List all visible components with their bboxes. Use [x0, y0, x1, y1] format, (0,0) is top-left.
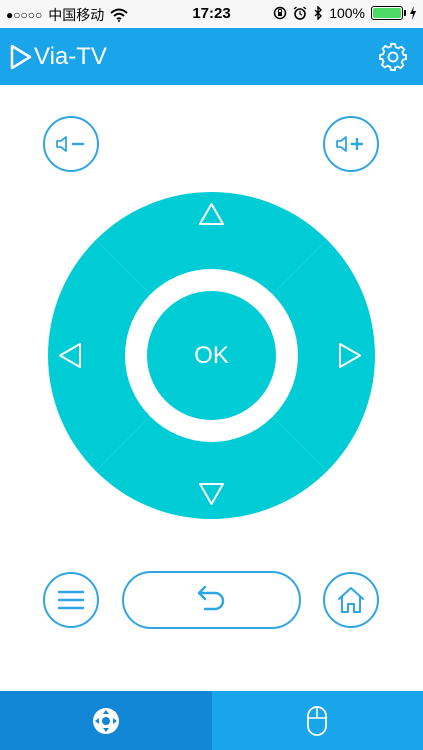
dpad: OK	[48, 192, 375, 519]
charging-icon	[410, 6, 416, 20]
volume-up-button[interactable]	[323, 116, 379, 172]
back-button[interactable]	[122, 571, 301, 629]
ok-ring: OK	[125, 269, 298, 442]
remote-screen: ●○○○○ 中国移动 17:23 100% Via-TV OK	[0, 0, 423, 750]
arrow-left-icon	[59, 343, 81, 368]
tab-mouse[interactable]	[211, 691, 423, 750]
gear-icon	[379, 43, 407, 71]
arrow-up-icon	[199, 203, 224, 225]
dpad-right-button[interactable]	[338, 342, 362, 374]
app-logo: Via-TV	[10, 43, 107, 71]
tab-remote[interactable]	[0, 691, 212, 750]
volume-down-icon	[56, 136, 84, 152]
rotation-lock-icon	[273, 6, 287, 20]
arrow-right-icon	[339, 343, 361, 368]
play-logo-icon	[10, 44, 32, 70]
app-header: Via-TV	[0, 28, 423, 85]
home-button[interactable]	[323, 572, 379, 628]
back-icon	[197, 585, 224, 611]
bottom-tab-bar	[0, 691, 423, 750]
dpad-up-button[interactable]	[198, 202, 225, 231]
settings-button[interactable]	[377, 41, 409, 73]
battery-level	[373, 8, 401, 18]
menu-icon	[57, 590, 85, 610]
dpad-icon	[92, 707, 119, 734]
ok-button[interactable]: OK	[147, 291, 276, 420]
status-bar: ●○○○○ 中国移动 17:23 100%	[0, 0, 423, 28]
app-title: Via-TV	[34, 43, 107, 70]
ok-label: OK	[194, 341, 229, 369]
battery-icon	[371, 6, 406, 20]
mouse-icon	[307, 705, 328, 736]
arrow-down-icon	[199, 483, 224, 505]
volume-down-button[interactable]	[43, 116, 99, 172]
alarm-icon	[293, 6, 307, 20]
bluetooth-icon	[314, 6, 323, 20]
status-right: 100%	[273, 5, 417, 21]
menu-button[interactable]	[43, 572, 99, 628]
dpad-down-button[interactable]	[198, 482, 225, 511]
dpad-left-button[interactable]	[58, 342, 82, 374]
home-icon	[338, 587, 364, 613]
volume-up-icon	[336, 136, 363, 152]
battery-percent: 100%	[329, 5, 365, 21]
